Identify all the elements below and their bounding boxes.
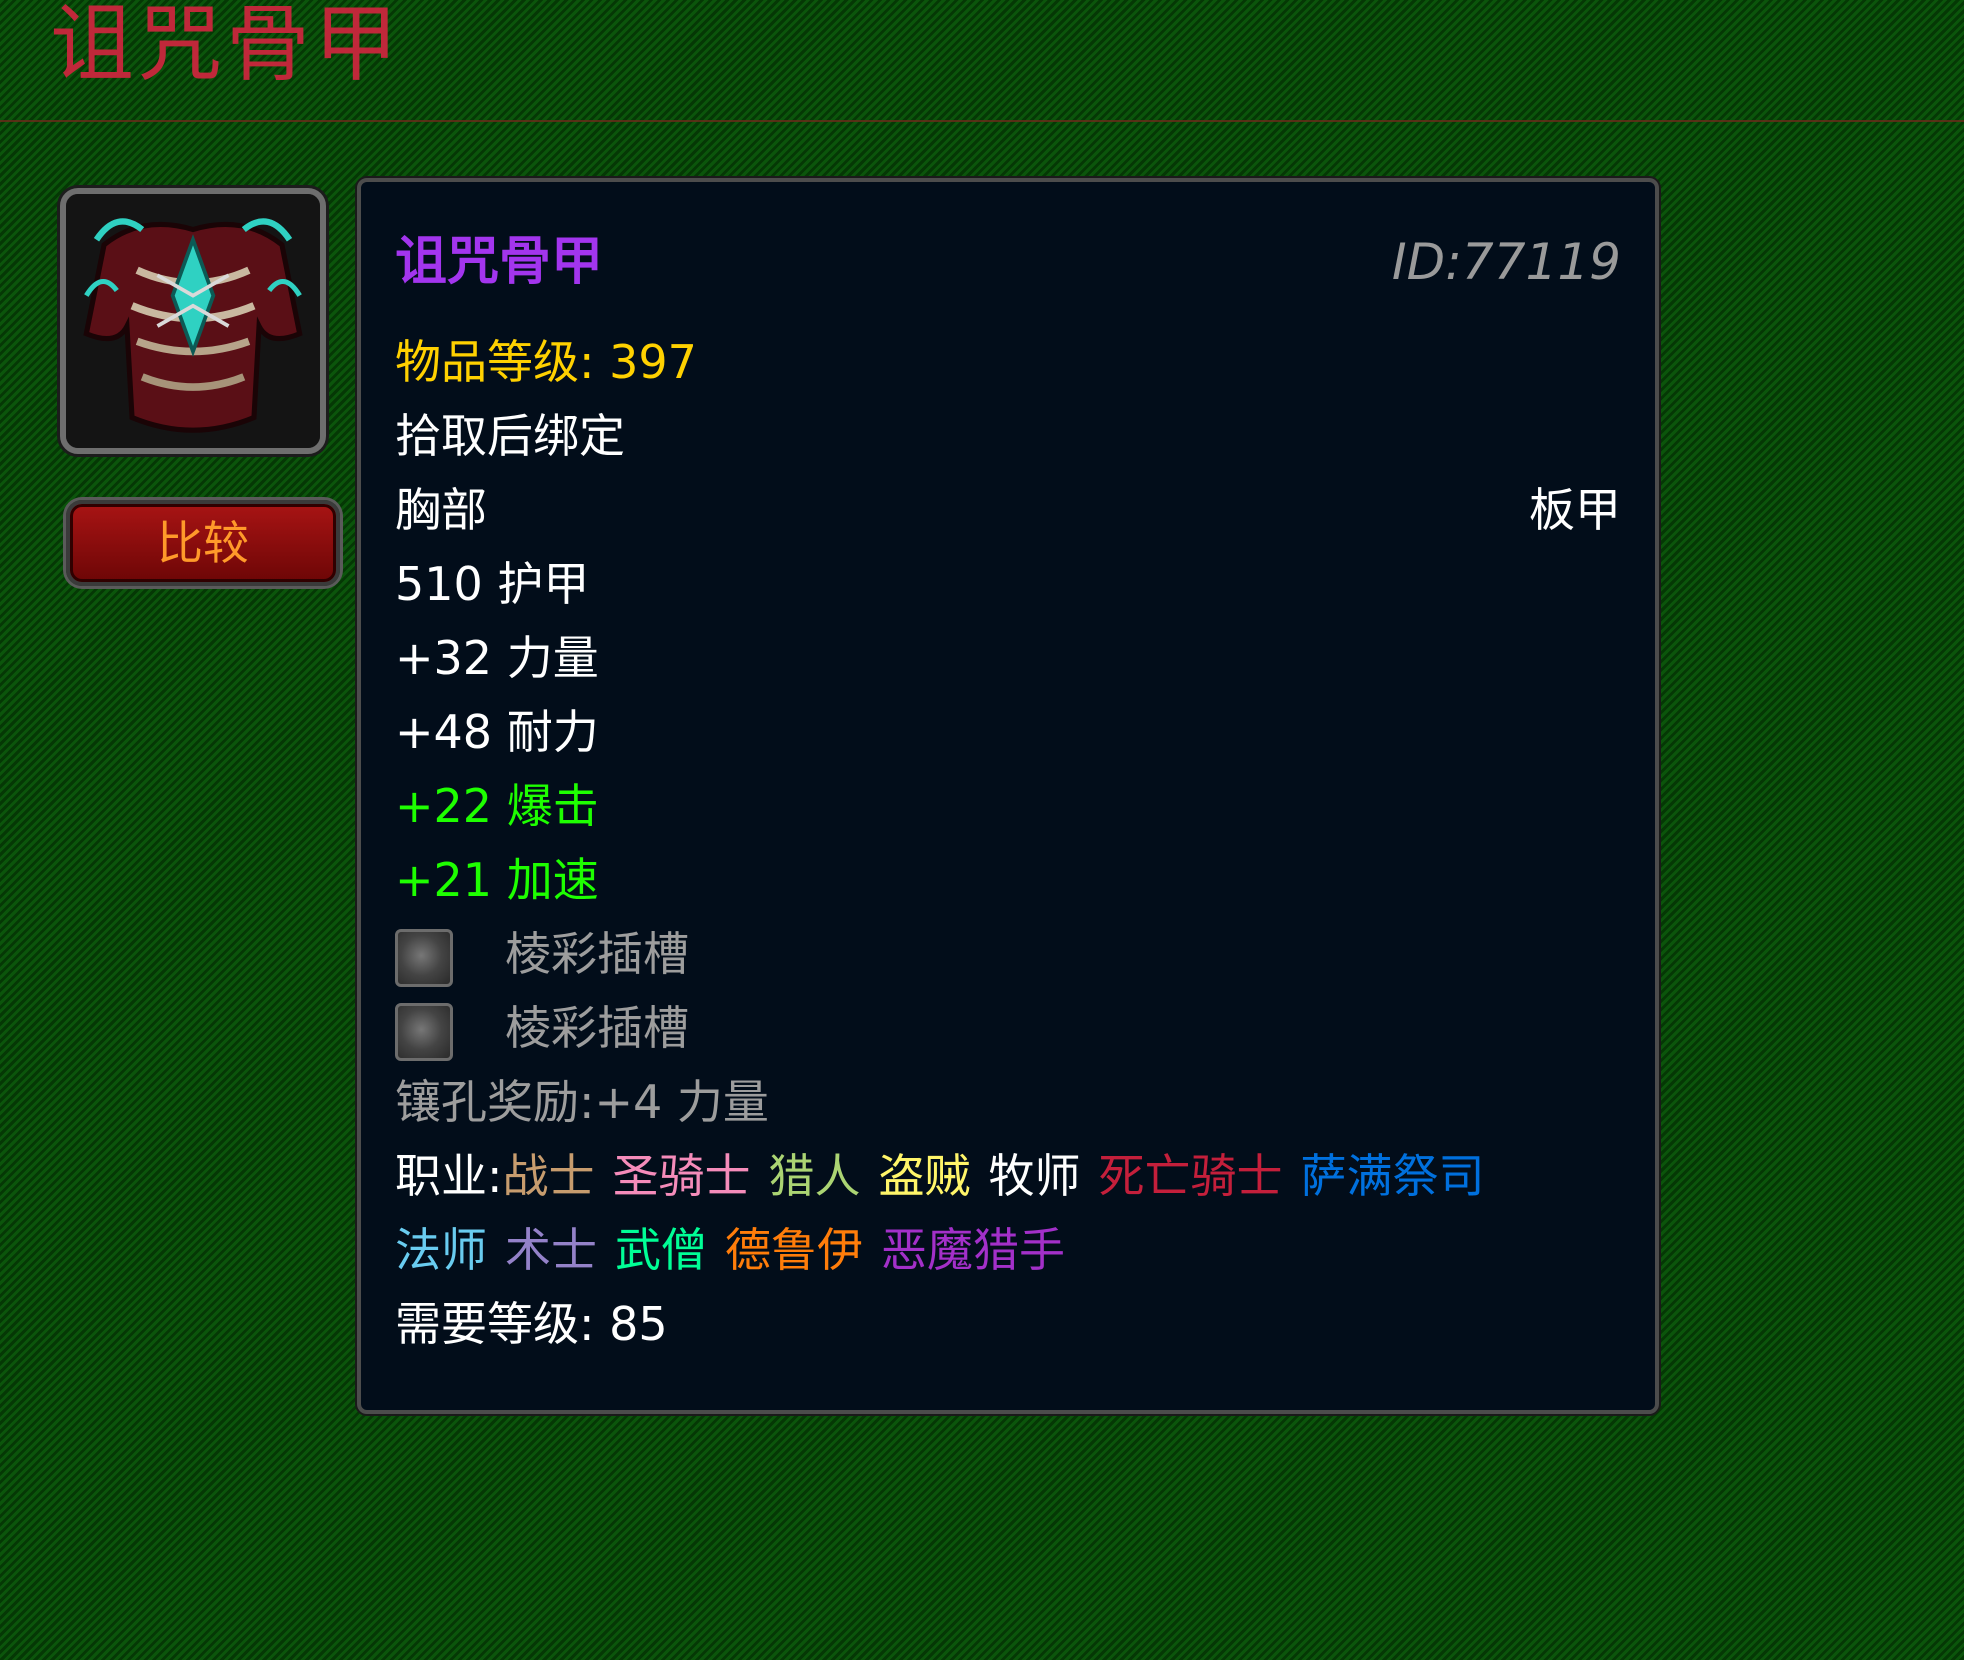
class-priest: 牧师 bbox=[988, 1149, 1081, 1203]
class-warlock: 术士 bbox=[505, 1223, 597, 1277]
class-list-row-1: 职业:战士 圣骑士 猎人 盗贼 牧师 死亡骑士 萨满祭司 bbox=[395, 1148, 1503, 1204]
item-name: 诅咒骨甲 bbox=[395, 232, 604, 292]
page-title: 诅咒骨甲 bbox=[50, 0, 403, 93]
socket-row: 棱彩插槽 bbox=[395, 926, 689, 987]
stat-crit: +22 爆击 bbox=[395, 779, 599, 833]
chest-armor-icon bbox=[66, 194, 320, 448]
item-level: 物品等级: 397 bbox=[395, 335, 697, 389]
class-rogue: 盗贼 bbox=[878, 1149, 971, 1203]
compare-button[interactable]: 比较 bbox=[66, 500, 340, 586]
class-death-knight: 死亡骑士 bbox=[1098, 1149, 1283, 1203]
socket-label: 棱彩插槽 bbox=[505, 1001, 689, 1055]
socket-label: 棱彩插槽 bbox=[505, 927, 689, 981]
prismatic-socket-icon bbox=[395, 1002, 453, 1061]
item-id: ID:77119 bbox=[1391, 233, 1621, 291]
socket-bonus: 镶孔奖励:+4 力量 bbox=[395, 1075, 769, 1129]
stat-strength: +32 力量 bbox=[395, 631, 599, 685]
class-paladin: 圣骑士 bbox=[612, 1149, 751, 1203]
classes-prefix: 职业: bbox=[395, 1149, 503, 1203]
class-druid: 德鲁伊 bbox=[725, 1223, 863, 1277]
class-warrior: 战士 bbox=[502, 1149, 595, 1203]
class-shaman: 萨满祭司 bbox=[1300, 1149, 1485, 1203]
class-demon-hunter: 恶魔猎手 bbox=[881, 1223, 1065, 1277]
armor-value: 510 护甲 bbox=[395, 557, 590, 611]
class-monk: 武僧 bbox=[615, 1223, 707, 1277]
item-tooltip: 诅咒骨甲 ID:77119 物品等级: 397 拾取后绑定 胸部 板甲 510 … bbox=[357, 178, 1659, 1414]
binding-text: 拾取后绑定 bbox=[395, 409, 625, 463]
class-hunter: 猎人 bbox=[768, 1149, 861, 1203]
title-divider bbox=[0, 120, 1964, 122]
slot-text: 胸部 bbox=[395, 483, 487, 537]
stat-haste: +21 加速 bbox=[395, 853, 599, 907]
required-level: 需要等级: 85 bbox=[395, 1297, 668, 1351]
class-mage: 法师 bbox=[395, 1223, 487, 1277]
prismatic-socket-icon bbox=[395, 928, 453, 987]
class-list-row-2: 法师 术士 武僧 德鲁伊 恶魔猎手 bbox=[395, 1222, 1083, 1278]
stat-stamina: +48 耐力 bbox=[395, 705, 599, 759]
item-icon-frame[interactable] bbox=[60, 188, 326, 454]
socket-row: 棱彩插槽 bbox=[395, 1000, 689, 1061]
armor-type: 板甲 bbox=[1529, 483, 1621, 537]
